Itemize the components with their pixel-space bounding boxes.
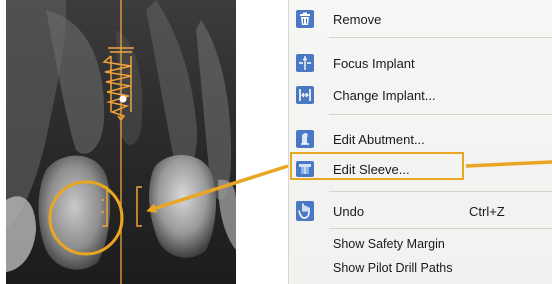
menu-item-show-safety-margin[interactable]: Show Safety Margin [289, 232, 552, 256]
menu-separator [329, 37, 552, 38]
change-implant-icon [292, 83, 318, 107]
undo-hand-icon [292, 199, 318, 223]
menu-item-label: Change Implant... [333, 87, 436, 103]
menu-item-focus-implant[interactable]: Focus Implant [289, 48, 552, 78]
menu-item-change-implant[interactable]: Change Implant... [289, 80, 552, 110]
menu-item-undo[interactable]: Undo Ctrl+Z [289, 196, 552, 226]
abutment-icon [292, 127, 318, 151]
menu-separator [329, 114, 552, 115]
menu-item-remove[interactable]: Remove [289, 4, 552, 34]
menu-item-label: Undo [333, 203, 365, 219]
menu-separator [329, 191, 552, 192]
sleeve-highlight-box [290, 152, 464, 180]
menu-item-label: Remove [333, 11, 382, 27]
ct-scan-image [6, 0, 236, 284]
menu-item-show-pilot-drill-paths[interactable]: Show Pilot Drill Paths [289, 256, 552, 280]
menu-item-shortcut: Ctrl+Z [469, 203, 505, 219]
trash-icon [292, 7, 318, 31]
menu-item-label: Show Safety Margin [333, 237, 445, 251]
menu-item-edit-abutment[interactable]: Edit Abutment... [289, 124, 552, 154]
menu-item-label: Edit Abutment... [333, 131, 425, 147]
focus-implant-icon [292, 51, 318, 75]
menu-item-label: Focus Implant [333, 55, 415, 71]
menu-item-label: Show Pilot Drill Paths [333, 261, 453, 275]
context-menu: Remove Focus Implant Change Implant... E… [288, 0, 552, 284]
menu-separator [329, 228, 552, 229]
